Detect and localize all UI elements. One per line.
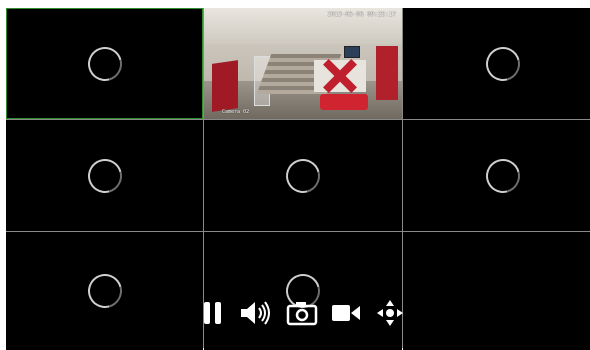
loading-spinner-icon (81, 152, 128, 199)
playback-controls (200, 295, 405, 331)
camera-icon (286, 302, 317, 326)
loading-spinner-icon (81, 40, 128, 87)
camera-timestamp: 2013-05-06 09:25:17 (327, 11, 396, 18)
camera-tile-3[interactable] (403, 8, 590, 119)
loading-spinner-icon (81, 267, 128, 315)
loading-spinner-icon (479, 40, 526, 87)
ptz-button[interactable] (375, 298, 405, 328)
camera-tile-8[interactable] (204, 232, 402, 350)
move-icon (377, 300, 403, 326)
pause-icon (204, 302, 221, 324)
snapshot-button[interactable] (286, 300, 318, 326)
camera-tile-5[interactable] (204, 120, 402, 231)
camera-tile-6[interactable] (403, 120, 590, 231)
camera-tile-9[interactable] (403, 232, 590, 350)
record-button[interactable] (330, 302, 362, 324)
video-camera-icon (332, 305, 361, 321)
volume-button[interactable] (239, 299, 273, 327)
loading-spinner-icon (279, 152, 327, 199)
pause-button[interactable] (200, 300, 226, 326)
camera-tile-1[interactable] (6, 8, 203, 119)
volume-icon (240, 301, 270, 325)
camera-tile-2[interactable]: 2013-05-06 09:25:17 Camera 02 (204, 8, 402, 119)
camera-feed (204, 8, 402, 119)
camera-tile-7[interactable] (6, 232, 203, 350)
loading-spinner-icon (479, 152, 526, 199)
camera-tile-4[interactable] (6, 120, 203, 231)
camera-label: Camera 02 (222, 109, 250, 115)
